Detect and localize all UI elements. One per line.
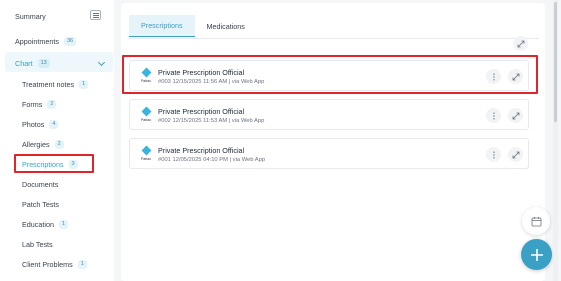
sidebar-item-label: Lab Tests bbox=[22, 240, 53, 249]
sidebar-item-allergies[interactable]: Allergies 2 bbox=[22, 140, 64, 149]
count-badge: 36 bbox=[63, 37, 77, 46]
sidebar-item-documents[interactable]: Documents bbox=[22, 180, 58, 189]
tab-bar: Prescriptions Medications bbox=[129, 15, 257, 37]
scrollbar-thumb[interactable] bbox=[554, 2, 557, 122]
count-badge: 1 bbox=[58, 220, 69, 229]
count-badge: 4 bbox=[49, 120, 59, 129]
prescription-card[interactable]: Pabau Private Prescription Official #002… bbox=[129, 99, 529, 130]
highlight-box-first-prescription bbox=[122, 55, 538, 94]
expand-button[interactable] bbox=[508, 147, 523, 162]
expand-icon bbox=[512, 112, 519, 119]
menu-icon[interactable] bbox=[90, 10, 101, 20]
plus-icon bbox=[530, 248, 543, 261]
sidebar-item-label: Photos bbox=[22, 120, 45, 129]
sidebar-item-chart[interactable]: Chart 13 bbox=[15, 59, 50, 68]
sidebar-item-label: Allergies bbox=[22, 140, 50, 149]
sidebar-item-label: Documents bbox=[22, 180, 59, 189]
highlight-box-prescriptions bbox=[14, 154, 94, 173]
count-badge: 13 bbox=[37, 59, 50, 68]
more-options-button[interactable] bbox=[486, 147, 501, 162]
sidebar-item-summary[interactable]: Summary bbox=[15, 12, 46, 21]
pabau-logo: Pabau bbox=[137, 145, 155, 163]
prescription-card[interactable]: Pabau Private Prescription Official #001… bbox=[129, 138, 529, 169]
sidebar-item-client-problems[interactable]: Client Problems 1 bbox=[22, 260, 87, 269]
more-options-button[interactable] bbox=[486, 108, 501, 123]
more-vertical-icon bbox=[492, 151, 495, 158]
count-badge: 1 bbox=[79, 80, 89, 89]
pabau-logo: Pabau bbox=[137, 106, 155, 124]
more-vertical-icon bbox=[492, 112, 495, 119]
sidebar-item-label: Client Problems bbox=[22, 260, 73, 269]
prescription-meta: #002 12/15/2025 11:53 AM | via Web App bbox=[158, 118, 265, 124]
sidebar-item-forms[interactable]: Forms 2 bbox=[22, 100, 57, 109]
sidebar-item-label: Treatment notes bbox=[22, 80, 75, 89]
expand-button[interactable] bbox=[508, 108, 523, 123]
count-badge: 1 bbox=[77, 260, 87, 269]
calendar-button[interactable] bbox=[522, 207, 550, 235]
sidebar-item-lab-tests[interactable]: Lab Tests bbox=[22, 240, 53, 249]
sidebar-item-label: Appointments bbox=[15, 37, 59, 46]
sidebar-item-label: Forms bbox=[22, 100, 43, 109]
add-button[interactable] bbox=[521, 239, 552, 270]
sidebar-item-patch-tests[interactable]: Patch Tests bbox=[22, 200, 59, 209]
tab-divider bbox=[129, 38, 539, 39]
sidebar-item-appointments[interactable]: Appointments 36 bbox=[15, 37, 77, 46]
sidebar-item-label: Summary bbox=[15, 12, 46, 21]
expand-all-button[interactable] bbox=[513, 36, 528, 51]
prescription-meta: #001 12/05/2025 04:10 PM | via Web App bbox=[158, 157, 266, 163]
sidebar-item-photos[interactable]: Photos 4 bbox=[22, 120, 59, 129]
sidebar-item-label: Chart bbox=[15, 59, 33, 68]
prescription-title: Private Prescription Official bbox=[158, 107, 245, 116]
expand-icon bbox=[517, 40, 524, 47]
expand-icon bbox=[512, 151, 519, 158]
sidebar-item-education[interactable]: Education 1 bbox=[22, 220, 69, 229]
calendar-icon bbox=[531, 216, 541, 226]
prescription-title: Private Prescription Official bbox=[158, 146, 245, 155]
sidebar-item-treatment-notes[interactable]: Treatment notes 1 bbox=[22, 80, 89, 89]
main-panel: Prescriptions Medications Pabau Private … bbox=[121, 3, 545, 281]
count-badge: 2 bbox=[54, 140, 64, 149]
count-badge: 2 bbox=[47, 100, 57, 109]
tab-medications[interactable]: Medications bbox=[195, 15, 257, 37]
sidebar-item-label: Patch Tests bbox=[22, 200, 60, 209]
sidebar-item-label: Education bbox=[22, 220, 54, 229]
sidebar: Summary Appointments 36 Chart 13 Treatme… bbox=[0, 0, 114, 281]
tab-prescriptions[interactable]: Prescriptions bbox=[129, 15, 195, 37]
